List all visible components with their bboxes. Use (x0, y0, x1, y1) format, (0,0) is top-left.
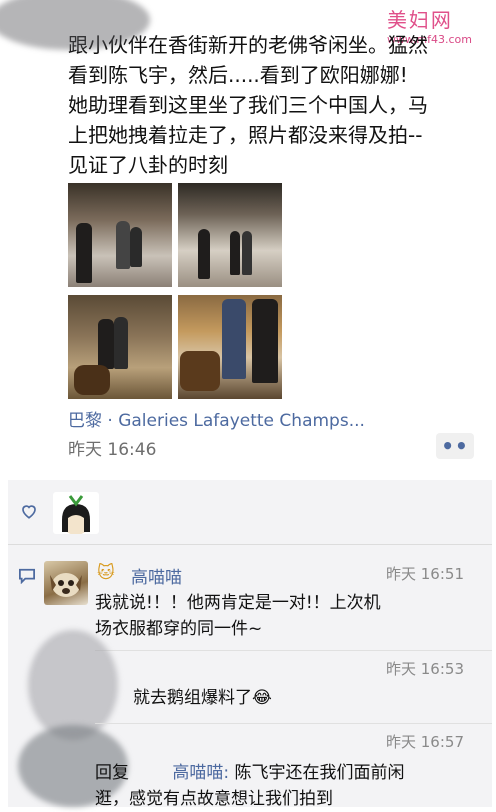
more-actions-button[interactable]: •• (436, 433, 474, 459)
comment-icon (19, 568, 35, 584)
comment-text[interactable]: 回复 高喵喵: 陈飞宇还在我们面前闲 逛，感觉有点故意想让我们拍到 (95, 760, 487, 812)
post-text-line: 见证了八卦的时刻 (68, 153, 228, 177)
commenter-avatar[interactable] (44, 561, 88, 605)
post-text-line: 上把她拽着拉走了，照片都没来得及拍-- (68, 123, 423, 147)
comment-time: 昨天 16:53 (386, 660, 464, 678)
post-location-link[interactable]: 巴黎 · Galeries Lafayette Champs... (68, 406, 365, 431)
post-photo-1[interactable] (68, 183, 172, 287)
comment-time: 昨天 16:57 (386, 733, 464, 751)
feedback-divider (8, 544, 492, 545)
comment-text[interactable]: 就去鹅组爆料了😂 (133, 685, 493, 711)
liker-avatar[interactable] (53, 492, 99, 534)
comment-line: 逛，感觉有点故意想让我们拍到 (95, 789, 333, 809)
cat-emoji-icon: 🐱 (97, 563, 115, 583)
feedback-panel: 🐱 高喵喵 昨天 16:51 我就说!！！他两肯定是一对!！上次机 场衣服都穿的… (8, 480, 493, 809)
comment-text[interactable]: 我就说!！！他两肯定是一对!！上次机 场衣服都穿的同一件~ (95, 590, 455, 642)
post-photo-2[interactable] (178, 183, 282, 287)
more-dots-icon: •• (441, 434, 469, 458)
comment-line: 我就说!！！他两肯定是一对!！上次机 (95, 593, 381, 613)
comment-separator (95, 723, 492, 724)
likes-row (8, 480, 492, 543)
reply-to-name[interactable]: 高喵喵: (172, 763, 229, 783)
heart-icon (22, 505, 36, 519)
post-text-line: 她助理看到这里坐了我们三个中国人，马 (68, 93, 428, 117)
post-timestamp: 昨天 16:46 (68, 440, 157, 460)
comment-line: 场衣服都穿的同一件~ (95, 619, 263, 639)
comment-time: 昨天 16:51 (386, 565, 464, 583)
post-photo-4[interactable] (178, 295, 282, 399)
comment-separator (95, 650, 492, 651)
post-photo-3[interactable] (68, 295, 172, 399)
watermark-brand: 美妇网 (386, 8, 453, 32)
photo-grid (68, 183, 282, 399)
post-text-line: 看到陈飞宇，然后.....看到了欧阳娜娜! (68, 63, 408, 87)
reply-prefix: 回复 (95, 763, 129, 783)
commenter-name[interactable]: 高喵喵 (131, 563, 182, 588)
post-text: 跟小伙伴在香街新开的老佛爷闲坐。猛然 看到陈飞宇，然后.....看到了欧阳娜娜!… (68, 30, 488, 180)
comment-line: 就去鹅组爆料了😂 (133, 688, 272, 708)
comment-line: 陈飞宇还在我们面前闲 (234, 763, 405, 783)
